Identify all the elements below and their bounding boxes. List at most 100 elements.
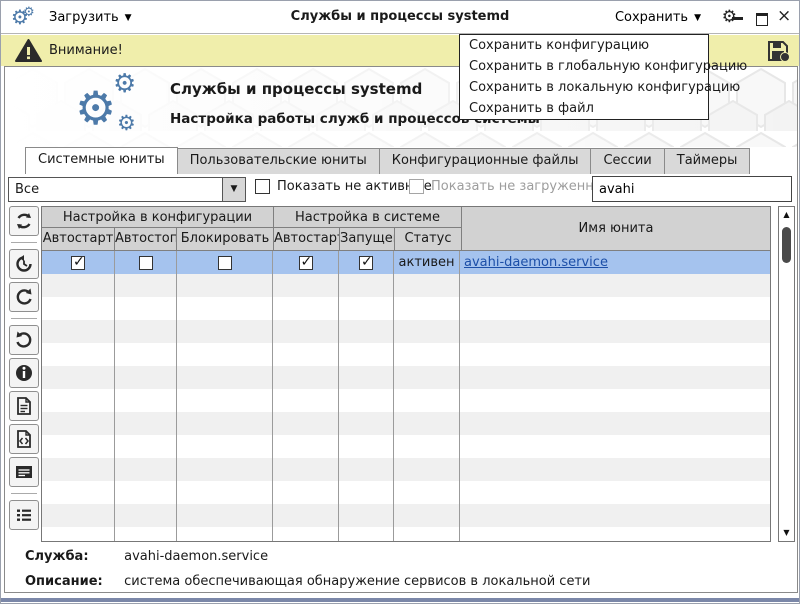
window-bottom-edge: [1, 598, 799, 602]
dropdown-value: Все: [15, 178, 39, 201]
app-window: ⚙⚙ Загрузить▼ Службы и процессы systemd …: [0, 0, 800, 604]
autostart-sys-checkbox[interactable]: [299, 256, 313, 270]
autostart-cfg-checkbox[interactable]: [71, 256, 85, 270]
log-view-button[interactable]: [9, 457, 39, 487]
file-code-icon: [14, 429, 34, 449]
unit-name-link[interactable]: avahi-daemon.service: [464, 255, 608, 270]
maximize-icon[interactable]: [754, 10, 768, 24]
tab-system-units[interactable]: Системные юниты: [25, 147, 178, 174]
chevron-down-icon: ▼: [694, 13, 701, 23]
log-panel-icon: [14, 462, 34, 482]
undo-arrow-icon: [14, 330, 34, 350]
info-button[interactable]: [9, 358, 39, 388]
undo-button[interactable]: [9, 325, 39, 355]
tab-sessions[interactable]: Сессии: [590, 148, 664, 174]
vertical-scrollbar[interactable]: ▲ ▼: [778, 206, 795, 542]
table-row-empty: [42, 366, 770, 389]
menu-item-save-global-config[interactable]: Сохранить в глобальную конфигурацию: [460, 56, 708, 77]
file-icon: [14, 396, 34, 416]
page-title: Службы и процессы systemd: [170, 80, 422, 98]
menu-item-save-config[interactable]: Сохранить конфигурацию: [460, 35, 708, 56]
filter-bar: Все ▼ Показать не активные Показать не з…: [5, 174, 797, 204]
history-icon: [14, 254, 34, 274]
menu-item-save-to-file[interactable]: Сохранить в файл: [460, 98, 708, 119]
search-input[interactable]: [592, 176, 792, 202]
table-row-empty: [42, 458, 770, 481]
col-autostart-sys[interactable]: Автостарт: [274, 228, 340, 250]
save-button-label: Сохранить: [615, 10, 688, 25]
info-icon: [14, 363, 34, 383]
chevron-down-icon[interactable]: ▼: [222, 178, 245, 201]
table-row-empty: [42, 481, 770, 504]
table-empty-rows: [42, 274, 770, 542]
minimize-icon[interactable]: [731, 10, 745, 24]
unit-type-dropdown[interactable]: Все ▼: [8, 177, 246, 202]
autostop-cfg-checkbox[interactable]: [139, 256, 153, 270]
dependencies-button[interactable]: [9, 500, 39, 530]
menu-item-save-local-config[interactable]: Сохранить в локальную конфигурацию: [460, 77, 708, 98]
close-icon[interactable]: ×: [777, 10, 791, 24]
scrollbar-thumb[interactable]: [782, 227, 791, 263]
refresh-button[interactable]: [9, 206, 39, 236]
unit-file-button[interactable]: [9, 391, 39, 421]
main-area: Настройка в конфигурации Автостарт Автос…: [5, 206, 797, 542]
table-row-empty: [42, 343, 770, 366]
list-icon: [14, 505, 34, 525]
tab-config-files[interactable]: Конфигурационные файлы: [379, 148, 592, 174]
table-header: Настройка в конфигурации Автостарт Автос…: [42, 207, 770, 251]
table-row-empty: [42, 435, 770, 458]
checkbox-icon: [409, 179, 424, 194]
status-cell: активен: [394, 251, 460, 274]
table-row-empty: [42, 274, 770, 297]
unit-source-button[interactable]: [9, 424, 39, 454]
save-button[interactable]: Сохранить ▼: [615, 1, 701, 33]
col-autostart-cfg[interactable]: Автостарт: [42, 228, 115, 250]
block-cfg-checkbox[interactable]: [218, 256, 232, 270]
redo-button[interactable]: [9, 282, 39, 312]
toolbar-separator: [11, 493, 37, 494]
show-unloaded-label: Показать не загруженные: [431, 179, 612, 194]
col-unit-name[interactable]: Имя юнита: [462, 207, 770, 250]
warning-text: Внимание!: [49, 35, 123, 66]
refresh-icon: [14, 211, 34, 231]
units-table: Настройка в конфигурации Автостарт Автос…: [41, 206, 771, 542]
table-row-empty: [42, 389, 770, 412]
checkbox-icon[interactable]: [255, 179, 270, 194]
col-block-cfg[interactable]: Блокировать: [177, 228, 273, 250]
tab-timers[interactable]: Таймеры: [664, 148, 751, 174]
title-bar: ⚙⚙ Загрузить▼ Службы и процессы systemd …: [1, 1, 799, 34]
scroll-up-icon[interactable]: ▲: [779, 207, 794, 223]
history-button[interactable]: [9, 249, 39, 279]
details-panel: Служба: avahi-daemon.service Описание: с…: [5, 542, 797, 592]
redo-arrow-icon: [14, 287, 34, 307]
toolbar-separator: [11, 242, 37, 243]
col-running[interactable]: Запущен: [340, 228, 395, 250]
save-dropdown-menu: Сохранить конфигурацию Сохранить в глоба…: [459, 34, 709, 120]
col-status[interactable]: Статус: [395, 228, 461, 250]
toolbar-separator: [11, 318, 37, 319]
service-value: avahi-daemon.service: [124, 549, 268, 564]
table-row-empty: [42, 504, 770, 527]
content-frame: ⚙ ⚙ ⚙ Службы и процессы systemd Настройк…: [4, 66, 798, 593]
show-unloaded-checkbox: Показать не загруженные: [409, 179, 612, 194]
table-row-empty: [42, 320, 770, 343]
left-toolbar: [7, 206, 40, 542]
running-sys-checkbox[interactable]: [359, 256, 373, 270]
scroll-down-icon[interactable]: ▼: [779, 525, 794, 541]
description-label: Описание:: [25, 574, 120, 589]
warning-icon: [15, 39, 42, 63]
save-file-icon[interactable]: [766, 39, 790, 63]
group-header-system: Настройка в системе: [274, 207, 461, 228]
table-row-empty: [42, 527, 770, 542]
app-logo-gears-icon: ⚙ ⚙ ⚙: [75, 73, 145, 143]
service-label: Служба:: [25, 549, 120, 564]
tab-user-units[interactable]: Пользовательские юниты: [177, 148, 380, 174]
window-controls: ×: [731, 1, 791, 33]
show-inactive-checkbox[interactable]: Показать не активные: [255, 179, 432, 194]
table-row[interactable]: активен avahi-daemon.service: [42, 251, 770, 274]
table-row-empty: [42, 297, 770, 320]
table-row-empty: [42, 412, 770, 435]
group-header-config: Настройка в конфигурации: [42, 207, 273, 228]
col-autostop-cfg[interactable]: Автостоп: [115, 228, 177, 250]
description-value: система обеспечивающая обнаружение серви…: [124, 574, 590, 589]
